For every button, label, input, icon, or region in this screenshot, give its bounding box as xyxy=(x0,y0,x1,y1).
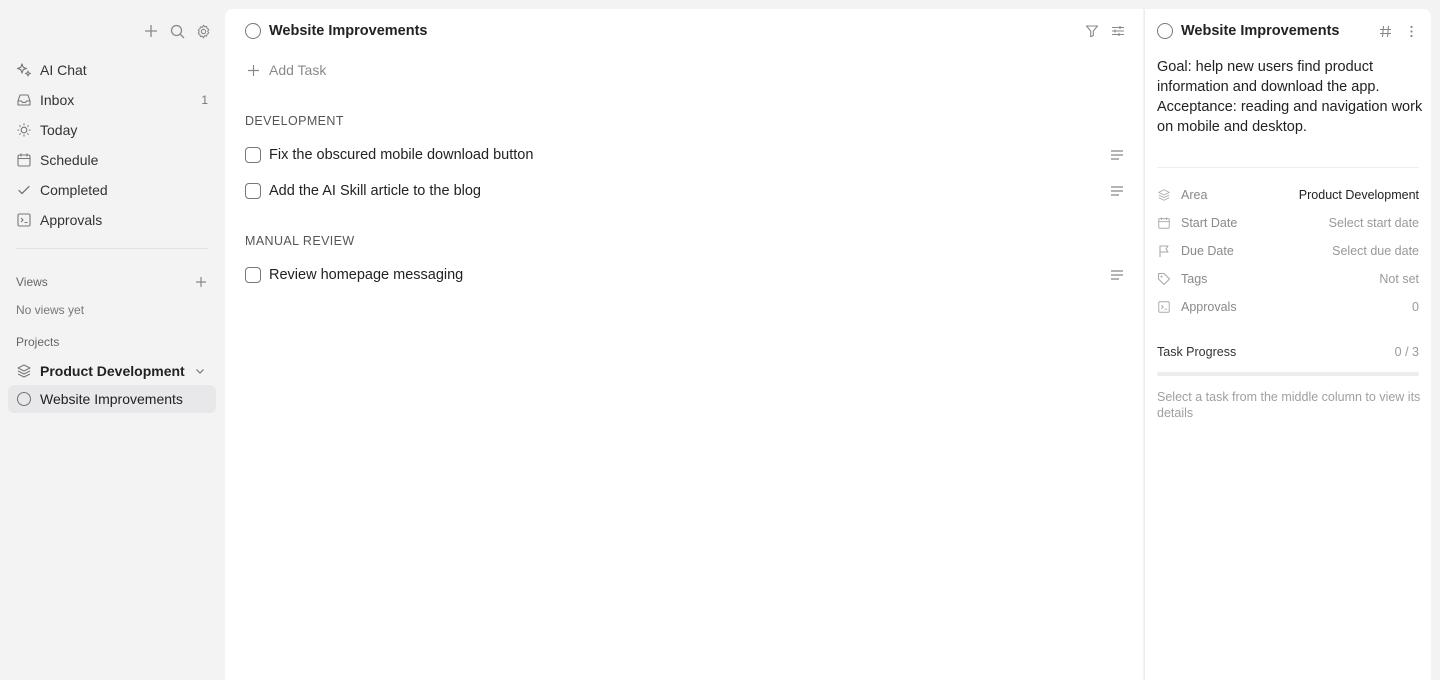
property-label: Due Date xyxy=(1181,244,1234,258)
sidebar-item-today[interactable]: Today xyxy=(8,115,216,145)
approval-icon xyxy=(16,212,32,228)
details-hint: Select a task from the middle column to … xyxy=(1157,390,1421,420)
page-title: Website Improvements xyxy=(269,23,428,39)
chevron-down-icon[interactable] xyxy=(192,363,208,379)
check-icon xyxy=(16,182,32,198)
sidebar-item-label: Inbox xyxy=(40,92,75,108)
property-label: Start Date xyxy=(1181,216,1238,230)
plus-icon xyxy=(245,62,261,78)
add-task-label: Add Task xyxy=(269,62,327,78)
more-vertical-icon[interactable] xyxy=(1403,23,1419,39)
project-description[interactable]: Goal: help new users find product inform… xyxy=(1157,57,1425,137)
sidebar-item-approvals[interactable]: Approvals xyxy=(8,205,216,235)
sparkle-icon xyxy=(16,62,32,78)
task-row[interactable]: Add the AI Skill article to the blog xyxy=(245,181,1125,201)
sidebar-nav: AI Chat Inbox 1 Today Schedule Completed… xyxy=(8,55,216,235)
task-progress-label: Task Progress xyxy=(1157,345,1237,359)
sidebar-item-schedule[interactable]: Schedule xyxy=(8,145,216,175)
notes-icon[interactable] xyxy=(1109,183,1125,199)
project-circle-icon xyxy=(16,391,32,407)
layers-icon xyxy=(16,363,32,379)
sidebar-item-label: AI Chat xyxy=(40,62,87,78)
gear-icon[interactable] xyxy=(194,22,212,40)
start-date-value[interactable]: Select start date xyxy=(1329,216,1419,230)
task-label: Review homepage messaging xyxy=(269,267,464,283)
project-label: Website Improvements xyxy=(40,391,183,407)
sidebar-item-label: Today xyxy=(40,122,78,138)
notes-icon[interactable] xyxy=(1109,147,1125,163)
notes-icon[interactable] xyxy=(1109,267,1125,283)
projects-label: Projects xyxy=(16,335,60,349)
filter-icon[interactable] xyxy=(1083,22,1101,40)
add-task-button[interactable]: Add Task xyxy=(245,62,326,78)
sidebar-toolbar xyxy=(142,22,212,40)
sidebar-divider xyxy=(16,248,208,249)
task-checkbox[interactable] xyxy=(245,183,261,199)
details-header: Website Improvements xyxy=(1157,23,1419,39)
task-row[interactable]: Fix the obscured mobile download button xyxy=(245,145,1125,165)
layers-icon xyxy=(1157,188,1171,202)
inbox-icon xyxy=(16,92,32,108)
sidebar-item-inbox[interactable]: Inbox 1 xyxy=(8,85,216,115)
property-due-date[interactable]: Due Date Select due date xyxy=(1157,243,1419,259)
details-divider xyxy=(1157,167,1419,168)
property-tags[interactable]: Tags Not set xyxy=(1157,271,1419,287)
task-progress-value: 0 / 3 xyxy=(1394,345,1419,359)
task-checkbox[interactable] xyxy=(245,267,261,283)
group-title-manual-review: MANUAL REVIEW xyxy=(245,234,355,248)
property-start-date[interactable]: Start Date Select start date xyxy=(1157,215,1419,231)
details-title: Website Improvements xyxy=(1181,23,1340,39)
calendar-icon xyxy=(1157,216,1171,230)
property-label: Area xyxy=(1181,188,1208,202)
project-complete-toggle[interactable] xyxy=(1157,23,1173,39)
task-label: Fix the obscured mobile download button xyxy=(269,147,534,163)
sidebar-item-label: Approvals xyxy=(40,212,103,228)
group-title-development: DEVELOPMENT xyxy=(245,114,344,128)
views-label: Views xyxy=(16,275,48,289)
tag-icon xyxy=(1157,272,1171,286)
sidebar-item-label: Schedule xyxy=(40,152,99,168)
approvals-value: 0 xyxy=(1412,300,1419,314)
sliders-icon[interactable] xyxy=(1109,22,1127,40)
property-area[interactable]: Area Product Development xyxy=(1157,187,1419,203)
property-label: Tags xyxy=(1181,272,1208,286)
no-views-text: No views yet xyxy=(16,303,85,317)
sidebar-item-completed[interactable]: Completed xyxy=(8,175,216,205)
sidebar: AI Chat Inbox 1 Today Schedule Completed… xyxy=(0,0,224,680)
sun-icon xyxy=(16,122,32,138)
area-value[interactable]: Product Development xyxy=(1299,188,1419,202)
views-section-header: Views xyxy=(16,275,208,289)
task-checkbox[interactable] xyxy=(245,147,261,163)
due-date-value[interactable]: Select due date xyxy=(1332,244,1419,258)
inbox-count-badge: 1 xyxy=(201,93,208,107)
search-icon[interactable] xyxy=(168,22,186,40)
sidebar-item-ai-chat[interactable]: AI Chat xyxy=(8,55,216,85)
property-label: Approvals xyxy=(1181,300,1237,314)
projects-section-header: Projects xyxy=(16,335,208,349)
sidebar-item-label: Completed xyxy=(40,182,108,198)
sidebar-project-website-improvements[interactable]: Website Improvements xyxy=(8,385,216,413)
task-list-panel: Website Improvements Add Task DEVELOPMEN… xyxy=(225,9,1143,680)
project-details-panel: Website Improvements Goal: help new user… xyxy=(1144,9,1431,680)
sidebar-area-product-development[interactable]: Product Development xyxy=(8,357,216,385)
project-complete-toggle[interactable] xyxy=(245,23,261,39)
calendar-icon xyxy=(16,152,32,168)
property-approvals[interactable]: Approvals 0 xyxy=(1157,299,1419,315)
tags-value[interactable]: Not set xyxy=(1379,272,1419,286)
flag-icon xyxy=(1157,244,1171,258)
task-progress-bar xyxy=(1157,372,1419,376)
approval-icon xyxy=(1157,300,1171,314)
task-progress-header: Task Progress 0 / 3 xyxy=(1157,345,1419,359)
hash-icon[interactable] xyxy=(1377,23,1393,39)
add-view-icon[interactable] xyxy=(194,275,208,289)
task-row[interactable]: Review homepage messaging xyxy=(245,265,1125,285)
plus-icon[interactable] xyxy=(142,22,160,40)
task-label: Add the AI Skill article to the blog xyxy=(269,183,481,199)
main-header: Website Improvements xyxy=(245,23,1127,39)
app-window: AI Chat Inbox 1 Today Schedule Completed… xyxy=(0,0,1440,680)
area-label: Product Development xyxy=(40,363,185,379)
